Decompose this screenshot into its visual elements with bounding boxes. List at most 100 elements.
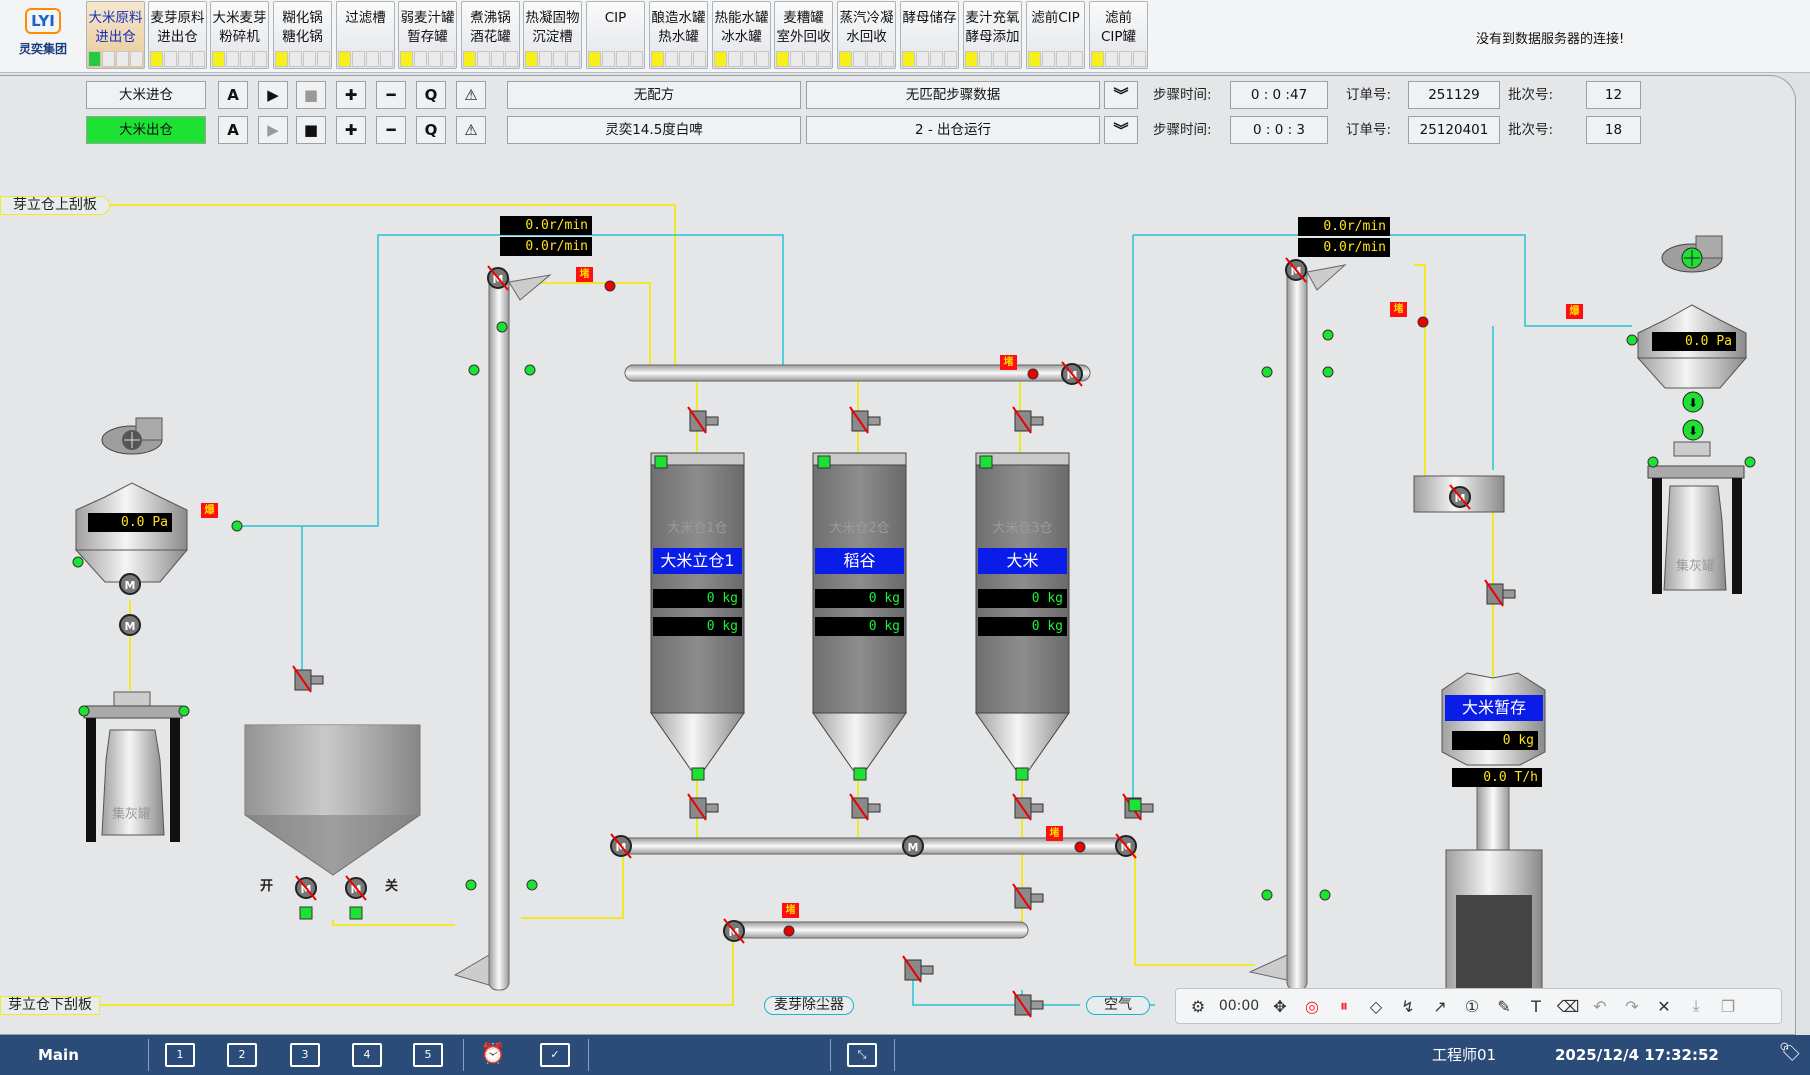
- silo-content: 大米立仓1: [653, 548, 742, 574]
- motor-icon: M: [1115, 833, 1137, 859]
- status-dot: [1647, 456, 1659, 468]
- yellow-pipes: [10, 204, 1494, 1006]
- svg-text:M: M: [908, 841, 919, 854]
- status-dot: [465, 879, 477, 891]
- pen-icon[interactable]: ✎: [1488, 997, 1520, 1016]
- scada-app: LYI 灵奕集团 大米原料 进出仓 麦芽原料 进出仓 大米麦芽 粉碎机 糊化锅 糖化锅…: [0, 0, 1810, 1075]
- screen-button-1[interactable]: 1: [165, 1043, 195, 1067]
- silo-cone: [812, 712, 907, 771]
- record-icon[interactable]: ◎: [1296, 997, 1328, 1016]
- temp-bin-weight: 0 kg: [1452, 731, 1538, 750]
- status-square: [1128, 798, 1142, 812]
- temp-bin-title: 大米暂存: [1445, 695, 1543, 721]
- screen-button-3[interactable]: 3: [290, 1043, 320, 1067]
- redo-icon[interactable]: ↷: [1616, 997, 1648, 1016]
- top-conveyor: [624, 364, 1091, 382]
- silo-content: 大米: [978, 548, 1067, 574]
- polyline-icon[interactable]: ↯: [1392, 997, 1424, 1016]
- status-square: [349, 906, 363, 920]
- status-dot: [1322, 329, 1334, 341]
- svg-text:⬇: ⬇: [1688, 396, 1698, 410]
- left-filter-pressure: 0.0 Pa: [88, 513, 172, 532]
- record-timer: 00:00: [1218, 998, 1260, 1014]
- datetime: 2025/12/4 17:32:52: [1555, 1046, 1719, 1064]
- left-dust-bin-label: 集灰罐: [112, 807, 152, 822]
- silo-cone: [975, 712, 1070, 771]
- valve-icon: [1012, 990, 1044, 1018]
- svg-text:⬇: ⬇: [1688, 424, 1698, 438]
- svg-text:M: M: [125, 620, 136, 633]
- block-warning: 堵: [1000, 355, 1017, 370]
- dust-collector-label[interactable]: 麦芽除尘器: [764, 996, 854, 1015]
- silo-body: [975, 452, 1070, 714]
- arrow-icon[interactable]: ↗: [1424, 997, 1456, 1016]
- screen-button-5[interactable]: 5: [413, 1043, 443, 1067]
- taskbar: Main 1 2 3 4 5 ⏰ ✓ ⤡ 工程师01 2025/12/4 17:32:5…: [0, 1035, 1810, 1075]
- motor-icon: M: [487, 265, 509, 291]
- motor-icon: M: [610, 833, 632, 859]
- eraser-icon[interactable]: ⌫: [1552, 997, 1584, 1016]
- copy-icon[interactable]: ❐: [1712, 997, 1744, 1016]
- cyan-pipes: [237, 234, 1632, 1006]
- close-icon[interactable]: ✕: [1648, 997, 1680, 1016]
- elevator2-speed-1: 0.0r/min: [1298, 217, 1390, 236]
- alarm-dot: [783, 925, 795, 937]
- screen-button-2[interactable]: 2: [227, 1043, 257, 1067]
- motor-icon: M: [1285, 257, 1307, 283]
- status-dot: [496, 321, 508, 333]
- silo-title: 大米仓2仓: [829, 521, 890, 536]
- pause-icon[interactable]: ⏸: [1328, 996, 1360, 1016]
- status-dot: [78, 705, 90, 717]
- status-dot: [526, 879, 538, 891]
- valve-icon: [292, 665, 324, 693]
- move-icon[interactable]: ✥: [1264, 997, 1296, 1016]
- left-filter: [74, 417, 189, 583]
- motor-icon: M: [345, 875, 367, 901]
- block-warning: 堵: [1390, 302, 1407, 317]
- shrink-window-icon[interactable]: ⤡: [847, 1043, 877, 1067]
- motor-icon: M: [295, 875, 317, 901]
- status-square: [817, 455, 831, 469]
- status-dot: [1322, 366, 1334, 378]
- silo-weight: 0 kg: [653, 617, 742, 636]
- tag-icon[interactable]: 🏷: [1775, 1043, 1805, 1067]
- alarm-clock-icon[interactable]: ⏰: [478, 1043, 508, 1067]
- air-label[interactable]: 空气: [1086, 996, 1150, 1015]
- main-label[interactable]: Main: [38, 1035, 79, 1075]
- status-square: [1015, 767, 1029, 781]
- right-filter-pressure: 0.0 Pa: [1652, 332, 1736, 351]
- status-dot: [1261, 366, 1273, 378]
- undo-icon[interactable]: ↶: [1584, 997, 1616, 1016]
- explosion-warning: 爆: [1566, 304, 1583, 319]
- valve-icon: [1012, 406, 1044, 434]
- top-scraper-label[interactable]: 芽立仓上刮板: [0, 196, 110, 215]
- small-conveyor: [727, 921, 1029, 939]
- shape-icon[interactable]: ◇: [1360, 997, 1392, 1016]
- motor-icon: M: [1449, 484, 1471, 510]
- silo-weight: 0 kg: [653, 589, 742, 608]
- status-square: [979, 455, 993, 469]
- alarm-dot: [1417, 316, 1429, 328]
- block-warning: 堵: [1046, 826, 1063, 841]
- elevator1-speed-1: 0.0r/min: [500, 216, 592, 235]
- status-square: [299, 906, 313, 920]
- status-dot: [1626, 334, 1638, 346]
- alarm-dot: [1074, 841, 1086, 853]
- bottom-scraper-label[interactable]: 芽立仓下刮板: [0, 996, 100, 1015]
- number-icon[interactable]: ①: [1456, 997, 1488, 1016]
- right-dust-bin-label: 集灰罐: [1676, 559, 1716, 574]
- settings-icon[interactable]: ⚙: [1182, 997, 1214, 1016]
- text-icon[interactable]: T: [1520, 997, 1552, 1016]
- valve-icon: [1012, 883, 1044, 911]
- status-dot: [1319, 889, 1331, 901]
- screen-button-4[interactable]: 4: [352, 1043, 382, 1067]
- valve-open-label: 开: [260, 879, 274, 894]
- alarm-dot: [604, 280, 616, 292]
- valve-icon: [902, 955, 934, 983]
- silo-weight: 0 kg: [815, 589, 904, 608]
- status-square: [853, 767, 867, 781]
- check-icon[interactable]: ✓: [540, 1043, 570, 1067]
- download-icon[interactable]: ⤓: [1680, 996, 1712, 1016]
- silo-weight: 0 kg: [815, 617, 904, 636]
- status-dot: [231, 520, 243, 532]
